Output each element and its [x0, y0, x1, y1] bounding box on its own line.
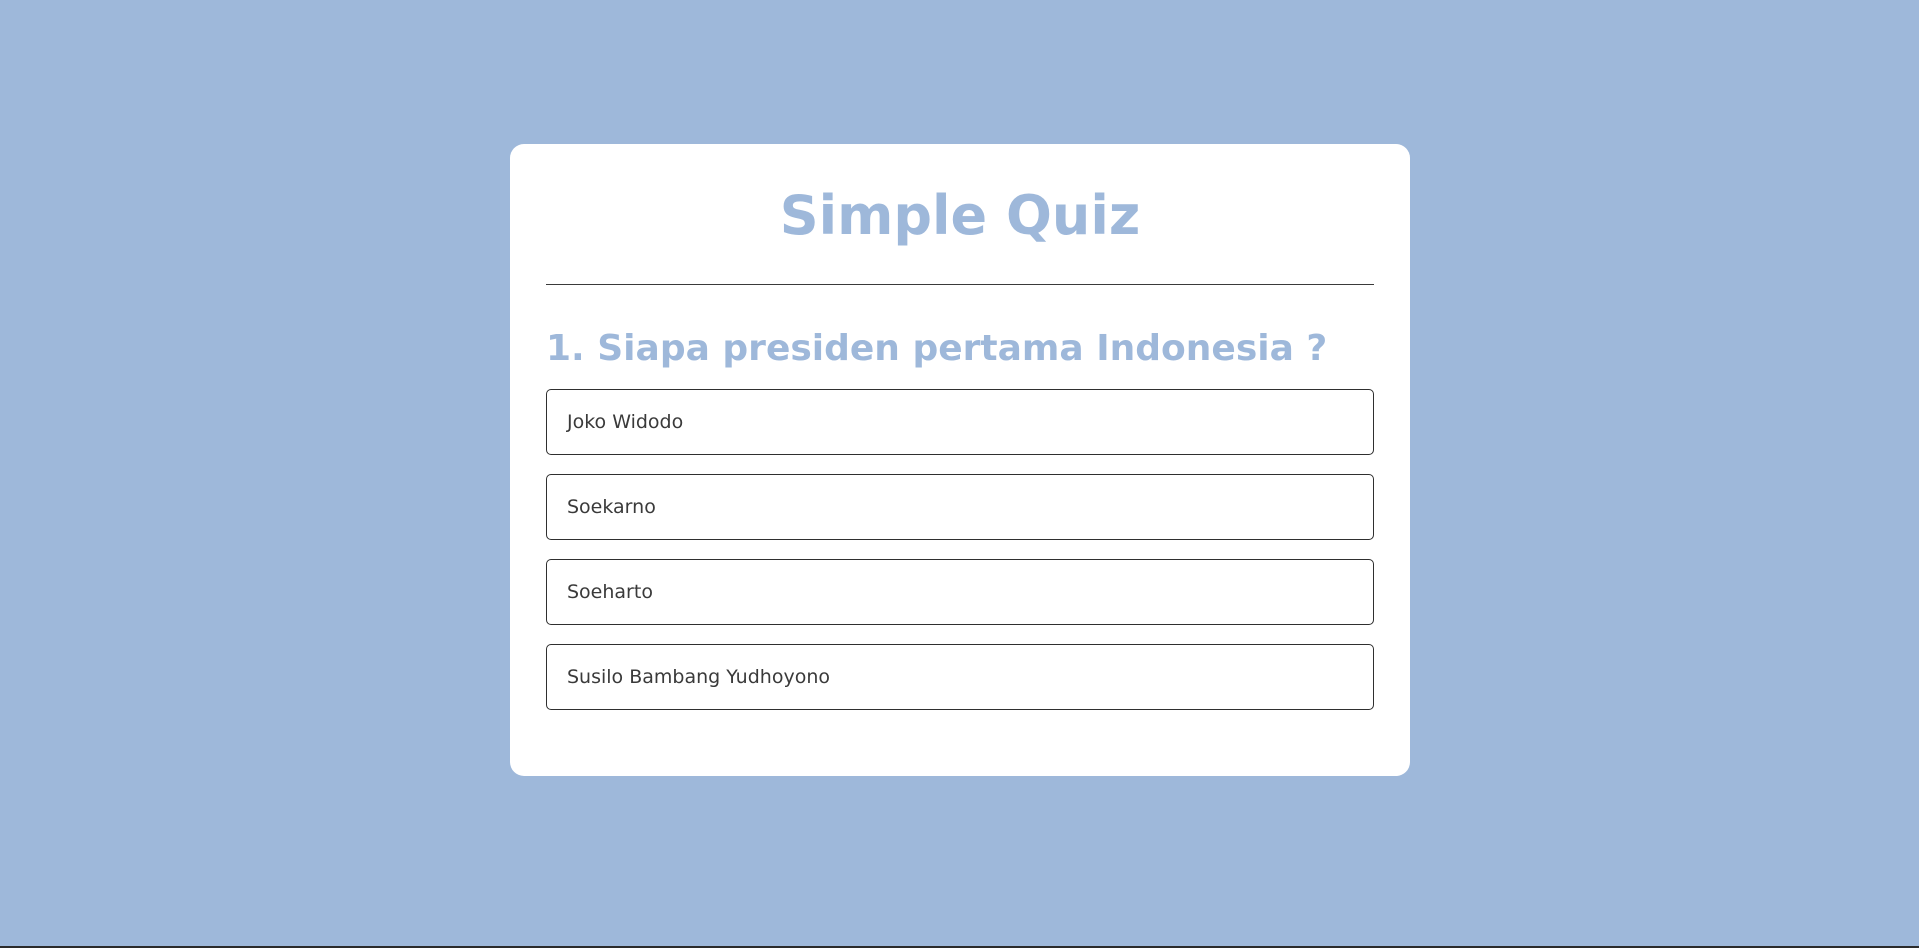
answer-option-1[interactable]: Joko Widodo	[546, 389, 1374, 455]
quiz-title: Simple Quiz	[779, 184, 1141, 247]
question-text: 1. Siapa presiden pertama Indonesia ?	[546, 328, 1328, 369]
answer-option-2[interactable]: Soekarno	[546, 474, 1374, 540]
page-background: Simple Quiz 1. Siapa presiden pertama In…	[0, 0, 1919, 948]
answer-option-3[interactable]: Soeharto	[546, 559, 1374, 625]
answer-option-4[interactable]: Susilo Bambang Yudhoyono	[546, 644, 1374, 710]
quiz-card: Simple Quiz 1. Siapa presiden pertama In…	[510, 144, 1410, 776]
title-divider	[546, 284, 1374, 285]
answer-options: Joko Widodo Soekarno Soeharto Susilo Bam…	[546, 389, 1374, 710]
